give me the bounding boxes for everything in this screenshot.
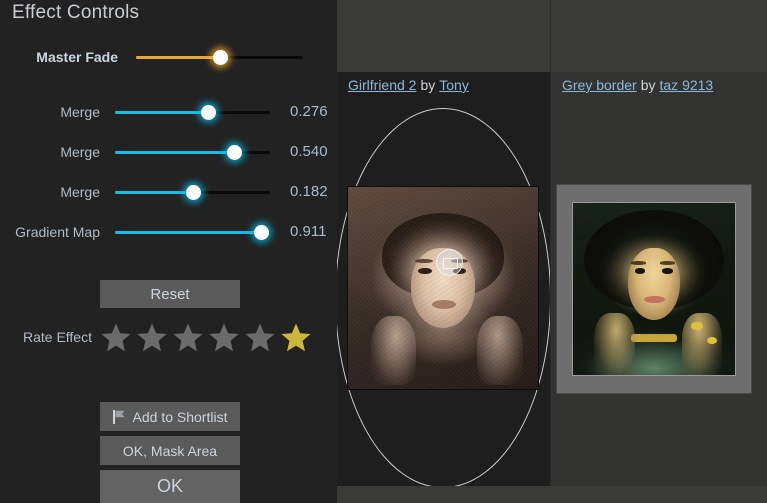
grey-border-frame <box>557 185 751 393</box>
star-4[interactable] <box>208 322 240 353</box>
reset-button[interactable]: Reset <box>100 280 240 308</box>
preview-top-strip <box>337 0 767 72</box>
slider-row: Merge 0.182 <box>0 181 337 203</box>
merge-slider-1[interactable] <box>115 101 270 123</box>
preview-bottom-strip <box>337 486 767 503</box>
star-5[interactable] <box>244 322 276 353</box>
slider-thumb[interactable] <box>212 50 228 65</box>
preview-area: Girlfriend 2byTony Grey borderbytaz <box>337 0 767 503</box>
slider-thumb[interactable] <box>201 105 216 120</box>
slider-thumb[interactable] <box>253 225 269 240</box>
star-1[interactable] <box>100 322 132 353</box>
slider-value: 0.540 <box>290 143 328 160</box>
preview-image-right[interactable] <box>573 203 735 375</box>
by-text-right: by <box>640 77 656 93</box>
effect-title-link-right[interactable]: Grey border <box>562 77 637 93</box>
slider-fill <box>136 56 220 59</box>
slider-fill <box>115 151 235 154</box>
slider-fill <box>115 111 208 114</box>
slider-label: Merge <box>60 104 100 120</box>
photo-eye-right <box>662 268 673 274</box>
merge-slider-3[interactable] <box>115 181 270 203</box>
photo-ring-1 <box>691 321 703 331</box>
photo-grain-overlay <box>348 187 538 389</box>
effect-title-link-left[interactable]: Girlfriend 2 <box>348 77 416 93</box>
star-6[interactable] <box>280 322 312 353</box>
slider-row: Gradient Map 0.911 <box>0 221 337 243</box>
add-to-shortlist-label: Add to Shortlist <box>132 408 228 425</box>
preview-pane-right[interactable]: Grey border by taz 9213 <box>551 72 767 486</box>
ok-mask-area-button[interactable]: OK, Mask Area <box>100 436 240 465</box>
rating-stars[interactable] <box>100 322 312 353</box>
effect-controls-window: Effect Controls Master Fade Merge 0.276 … <box>0 0 767 503</box>
photo-face <box>628 247 680 320</box>
preview-pane-left[interactable]: Girlfriend 2 by Tony <box>337 72 550 486</box>
flag-icon <box>112 409 126 424</box>
preview-credit-left: Girlfriend 2 by Tony <box>348 77 469 93</box>
slider-value: 0.911 <box>290 223 327 240</box>
slider-thumb[interactable] <box>227 145 243 160</box>
slider-label: Gradient Map <box>15 224 100 240</box>
photo-brow-left <box>631 261 646 265</box>
slider-value: 0.276 <box>290 103 328 120</box>
preview-credit-right: Grey border by taz 9213 <box>562 77 713 93</box>
slider-label: Merge <box>60 184 100 200</box>
star-2[interactable] <box>136 322 168 353</box>
slider-fill <box>115 191 193 194</box>
divider <box>550 0 551 72</box>
ok-button[interactable]: OK <box>100 470 240 503</box>
add-to-shortlist-button[interactable]: Add to Shortlist <box>100 402 240 431</box>
slider-value: 0.182 <box>290 183 328 200</box>
slider-label: Merge <box>60 144 100 160</box>
star-3[interactable] <box>172 322 204 353</box>
author-link-left[interactable]: Tony <box>439 77 469 93</box>
master-fade-row: Master Fade <box>0 46 337 68</box>
rate-effect-label: Rate Effect <box>22 329 92 345</box>
photo-brow-right <box>660 261 676 265</box>
merge-slider-2[interactable] <box>115 141 270 163</box>
photo-hand-left <box>594 313 635 375</box>
page-title: Effect Controls <box>12 2 140 23</box>
slider-row: Merge 0.540 <box>0 141 337 163</box>
gradient-map-slider[interactable] <box>115 221 270 243</box>
photo-neck-band <box>631 333 677 343</box>
master-fade-label: Master Fade <box>36 49 118 65</box>
master-fade-slider[interactable] <box>136 46 303 68</box>
preview-image-left[interactable] <box>348 187 538 389</box>
author-link-right[interactable]: taz 9213 <box>660 77 714 93</box>
effect-controls-panel: Effect Controls Master Fade Merge 0.276 … <box>0 0 337 503</box>
slider-row: Merge 0.276 <box>0 101 337 123</box>
mask-center-handle[interactable] <box>436 249 463 276</box>
slider-fill <box>115 231 261 234</box>
photo-eye-left <box>634 268 646 274</box>
slider-thumb[interactable] <box>185 185 201 200</box>
by-text-left: by <box>420 77 436 93</box>
photo-hand-right <box>681 313 723 375</box>
